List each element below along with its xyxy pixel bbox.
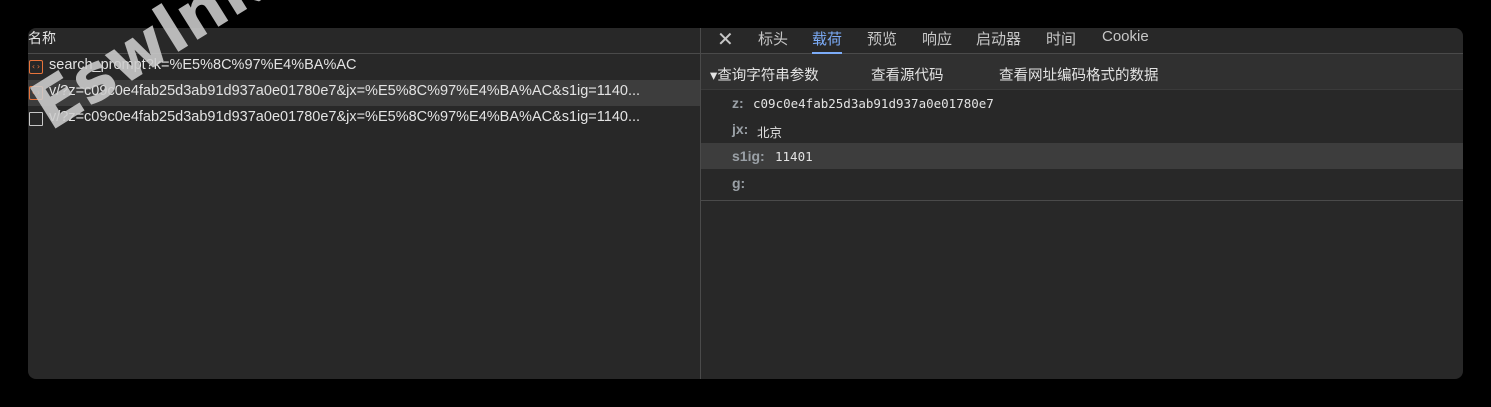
view-source-link[interactable]: 查看源代码	[871, 64, 944, 85]
tab-preview[interactable]: 预览	[867, 28, 897, 53]
param-key: s1ig:	[732, 148, 765, 164]
request-details: ✕ 标头 载荷 预览 响应 启动器 时间 Cookie ▾查询字符串参数 查看源…	[701, 28, 1463, 379]
tab-headers[interactable]: 标头	[758, 28, 788, 53]
name-column-header[interactable]: 名称	[28, 28, 700, 54]
request-row[interactable]: v/?z=c09c0e4fab25d3ab91d937a0e01780e7&jx…	[28, 106, 700, 132]
tab-initiator[interactable]: 启动器	[976, 28, 1021, 53]
param-key: g:	[732, 175, 746, 191]
tab-cookies[interactable]: Cookie	[1102, 28, 1149, 53]
request-list: 名称 ‹› search_prompt?k=%E5%8C%97%E4%BA%AC…	[28, 28, 701, 379]
param-row: z: c09c0e4fab25d3ab91d937a0e01780e7	[701, 90, 1463, 116]
param-value: 北京	[757, 125, 783, 140]
document-icon	[29, 112, 43, 126]
close-icon[interactable]: ✕	[717, 28, 734, 52]
param-key: z:	[732, 95, 744, 111]
request-row[interactable]: ‹› v/?z=c09c0e4fab25d3ab91d937a0e01780e7…	[28, 80, 700, 106]
query-string-params-toggle[interactable]: ▾查询字符串参数	[710, 64, 819, 85]
request-name: v/?z=c09c0e4fab25d3ab91d937a0e01780e7&jx…	[49, 109, 641, 125]
param-row: g:	[701, 170, 1463, 196]
request-name: v/?z=c09c0e4fab25d3ab91d937a0e01780e7&jx…	[49, 83, 641, 99]
view-url-encoded-link[interactable]: 查看网址编码格式的数据	[999, 64, 1159, 85]
param-value: 11401	[775, 149, 813, 164]
payload-toolbar: ▾查询字符串参数 查看源代码 查看网址编码格式的数据	[701, 54, 1463, 90]
param-row: jx: 北京	[701, 116, 1463, 142]
section-divider	[701, 200, 1463, 201]
tab-payload[interactable]: 载荷	[812, 28, 843, 54]
request-name: search_prompt?k=%E5%8C%97%E4%BA%AC	[49, 57, 357, 73]
xhr-icon: ‹›	[29, 60, 43, 74]
param-key: jx:	[732, 121, 749, 137]
request-row[interactable]: ‹› search_prompt?k=%E5%8C%97%E4%BA%AC	[28, 54, 700, 80]
tab-response[interactable]: 响应	[922, 28, 952, 53]
details-tab-bar: ✕ 标头 载荷 预览 响应 启动器 时间 Cookie	[701, 28, 1463, 54]
name-column-label: 名称	[28, 30, 56, 46]
param-value: c09c0e4fab25d3ab91d937a0e01780e7	[753, 96, 994, 111]
tab-timing[interactable]: 时间	[1046, 28, 1076, 53]
param-row: s1ig: 11401	[701, 143, 1463, 169]
xhr-icon: ‹›	[29, 86, 43, 100]
devtools-network-panel: 名称 ‹› search_prompt?k=%E5%8C%97%E4%BA%AC…	[28, 28, 1463, 379]
